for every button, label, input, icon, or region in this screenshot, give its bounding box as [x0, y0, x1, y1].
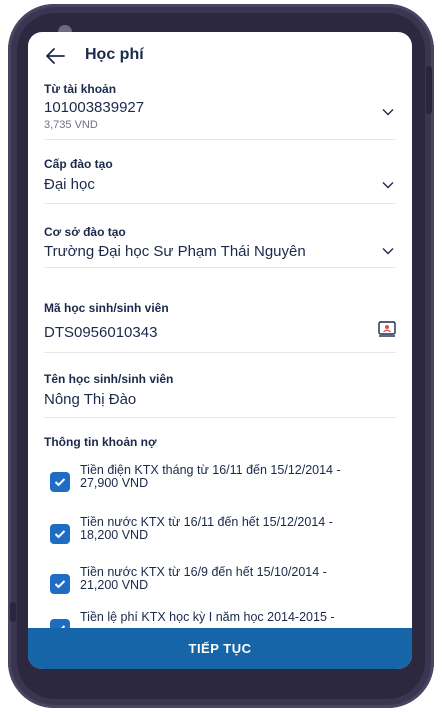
training-level-value: Đại học [44, 176, 95, 193]
chevron-down-icon [382, 182, 394, 189]
checkbox[interactable] [50, 524, 70, 544]
debt-item-desc: Tiền lệ phí KTX học kỳ I năm học 2014-20… [80, 610, 335, 624]
debt-item[interactable]: Tiền nước KTX từ 16/9 đến hết 15/10/2014… [50, 566, 394, 594]
student-name-field: Tên học sinh/sinh viên Nông Thị Đào [44, 372, 396, 418]
debt-item-text: Tiền điện KTX tháng từ 16/11 đến 15/12/2… [80, 464, 341, 492]
header: Học phí [28, 32, 412, 80]
student-id-field[interactable]: Mã học sinh/sinh viên DTS0956010343 [44, 301, 396, 353]
from-account-select[interactable]: Từ tài khoản 101003839927 3,735 VND [44, 82, 396, 140]
checkmark-icon [54, 580, 66, 589]
chevron-down-icon [382, 248, 394, 255]
debt-item[interactable]: Tiền điện KTX tháng từ 16/11 đến 15/12/2… [50, 464, 394, 492]
debt-item-amount: 21,200 VND [80, 578, 149, 592]
debt-item-text: Tiền nước KTX từ 16/11 đến hết 15/12/201… [80, 516, 333, 544]
checkmark-icon [54, 478, 66, 487]
back-arrow-icon[interactable] [44, 45, 66, 67]
student-id-value: DTS0956010343 [44, 324, 158, 341]
debt-item[interactable]: Tiền nước KTX từ 16/11 đến hết 15/12/201… [50, 516, 394, 544]
continue-button[interactable]: TIẾP TỤC [28, 628, 412, 669]
student-name-label: Tên học sinh/sinh viên [44, 372, 174, 386]
account-number: 101003839927 [44, 99, 145, 116]
page-title: Học phí [85, 46, 144, 63]
institution-select[interactable]: Cơ sở đào tạo Trường Đại học Sư Phạm Thá… [44, 225, 396, 268]
student-name-value: Nông Thị Đào [44, 391, 137, 408]
id-card-icon[interactable] [378, 321, 396, 337]
power-button [426, 66, 432, 114]
checkbox[interactable] [50, 472, 70, 492]
account-balance: 3,735 VND [44, 119, 98, 131]
training-level-select[interactable]: Cấp đào tạo Đại học [44, 157, 396, 204]
debt-info-title: Thông tin khoản nợ [44, 435, 157, 449]
debt-item-text: Tiền nước KTX từ 16/9 đến hết 15/10/2014… [80, 566, 327, 594]
app-screen: Học phí Từ tài khoản 101003839927 3,735 … [28, 32, 412, 669]
training-level-label: Cấp đào tạo [44, 157, 113, 171]
debt-item-amount: 18,200 VND [80, 528, 149, 542]
institution-value: Trường Đại học Sư Phạm Thái Nguyên [44, 243, 306, 260]
debt-item-amount: 27,900 VND [80, 476, 149, 490]
from-account-label: Từ tài khoản [44, 82, 117, 96]
student-id-label: Mã học sinh/sinh viên [44, 301, 169, 315]
checkmark-icon [54, 530, 66, 539]
chevron-down-icon [382, 109, 394, 116]
checkbox[interactable] [50, 574, 70, 594]
institution-label: Cơ sở đào tạo [44, 225, 126, 239]
volume-button [10, 602, 16, 622]
